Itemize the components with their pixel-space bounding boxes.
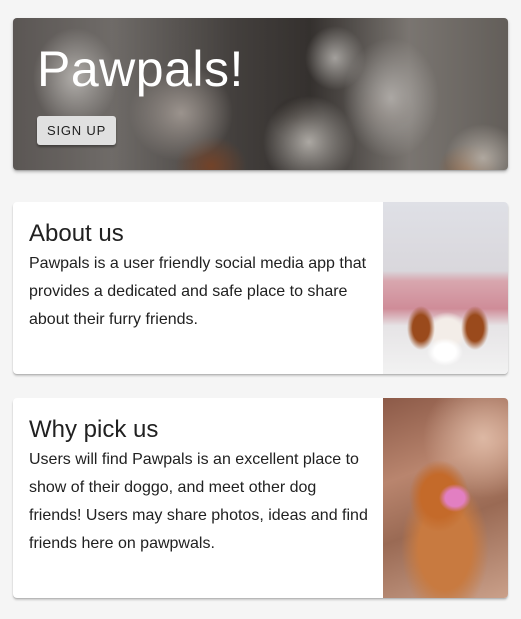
about-us-content: About us Pawpals is a user friendly soci… <box>29 202 369 334</box>
why-pick-us-title: Why pick us <box>29 416 159 443</box>
sign-up-button[interactable]: SIGN UP <box>37 116 117 145</box>
about-us-card: About us Pawpals is a user friendly soci… <box>13 202 508 374</box>
why-pick-us-card: Why pick us Users will find Pawpals is a… <box>13 398 508 598</box>
hero-banner: Pawpals! SIGN UP <box>13 18 508 170</box>
about-us-text: Pawpals is a user friendly social media … <box>29 255 367 328</box>
why-pick-us-text: Users will find Pawpals is an excellent … <box>29 451 368 552</box>
hero-title: Pawpals! <box>37 41 244 97</box>
why-pick-us-content: Why pick us Users will find Pawpals is a… <box>29 398 369 558</box>
dog-with-flower-photo <box>383 398 508 598</box>
about-us-title: About us <box>29 220 124 247</box>
puppy-photo <box>383 202 508 374</box>
